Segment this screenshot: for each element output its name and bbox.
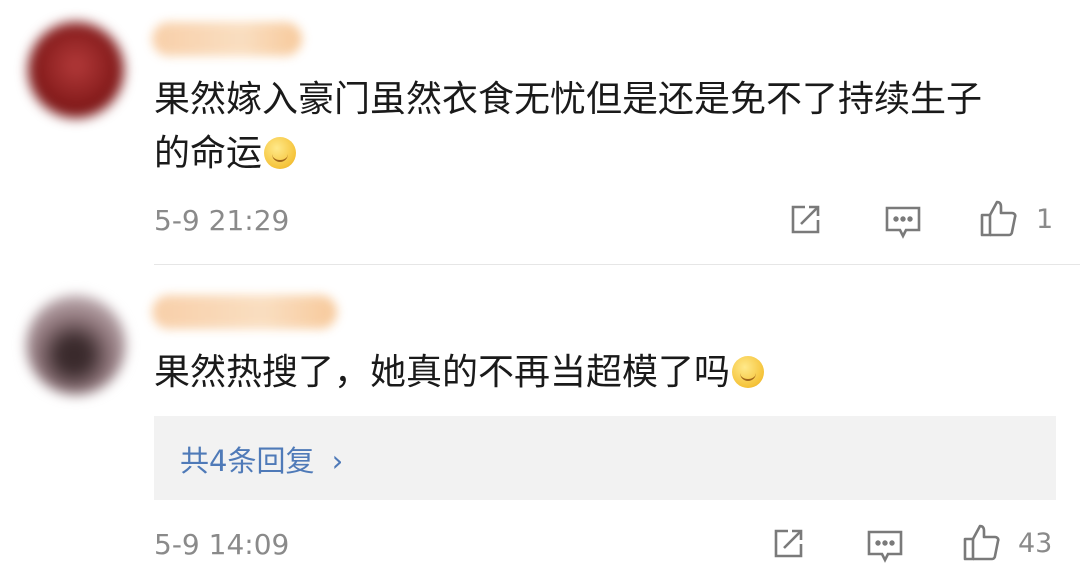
share-icon[interactable] xyxy=(787,202,823,238)
replies-panel[interactable]: 共4条回复 › xyxy=(154,416,1056,500)
comment-text-line2: 的命运 xyxy=(154,128,297,180)
timestamp: 5-9 21:29 xyxy=(154,204,290,237)
username-blurred[interactable] xyxy=(152,295,337,329)
like-count: 43 xyxy=(1018,528,1053,559)
timestamp: 5-9 14:09 xyxy=(154,528,290,561)
comment-icon[interactable] xyxy=(884,204,922,240)
laugh-cry-emoji-icon xyxy=(732,356,765,388)
avatar[interactable] xyxy=(26,295,126,395)
avatar[interactable] xyxy=(28,22,124,118)
comment-text: 果然热搜了，她真的不再当超模了吗 xyxy=(154,347,765,399)
smile-emoji-icon xyxy=(264,137,297,169)
chevron-right-icon: › xyxy=(331,444,344,478)
comment-text: 果然嫁入豪门虽然衣食无忧但是还是免不了持续生子 xyxy=(154,79,983,120)
view-replies-link[interactable]: 共4条回复 › xyxy=(180,438,343,480)
comment-icon[interactable] xyxy=(866,528,904,564)
thumbs-up-icon[interactable] xyxy=(979,198,1019,238)
thumbs-up-icon[interactable] xyxy=(962,522,1002,562)
like-count: 1 xyxy=(1036,204,1054,235)
comment-item: 果然嫁入豪门虽然衣食无忧但是还是免不了持续生子 的命运 5-9 21:29 1 xyxy=(0,0,1080,264)
share-icon[interactable] xyxy=(770,526,806,562)
username-blurred[interactable] xyxy=(152,22,302,56)
